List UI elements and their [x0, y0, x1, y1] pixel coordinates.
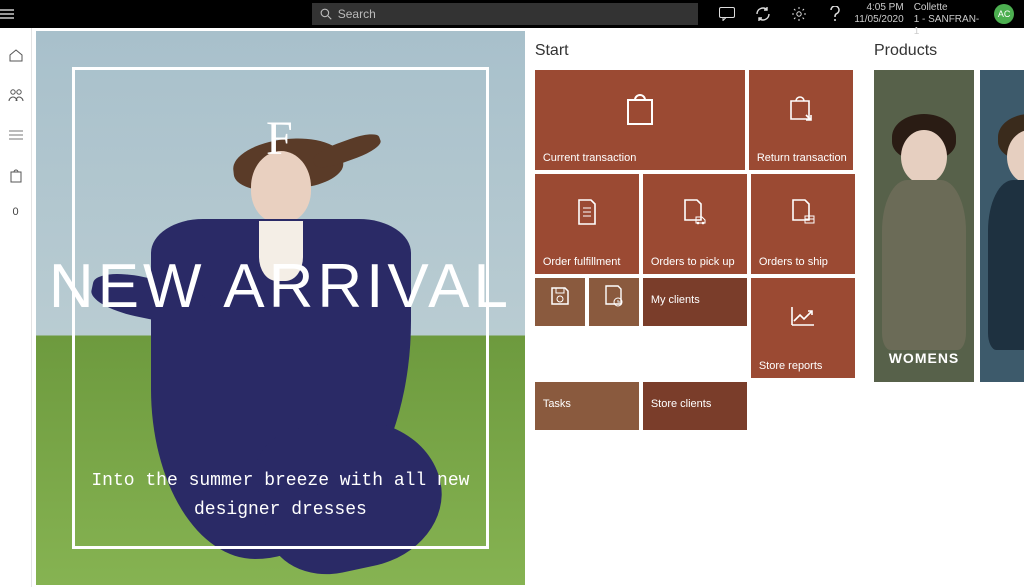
tile-order-fulfillment[interactable]: Order fulfillment [535, 174, 639, 274]
nav-count-badge: 0 [12, 206, 18, 218]
return-bag-icon [788, 93, 814, 123]
tile-store-clients[interactable]: Store clients [643, 382, 747, 430]
search-icon [320, 8, 332, 20]
avatar-initials: AC [998, 9, 1011, 19]
hero-title: NEW ARRIVAL [49, 251, 512, 322]
document-truck-icon [682, 199, 708, 225]
document-icon [576, 199, 598, 225]
left-nav-rail: 0 [0, 28, 32, 587]
chart-up-icon [790, 305, 816, 327]
tile-tasks[interactable]: Tasks [535, 382, 639, 430]
clock-date: 11/05/2020 [854, 14, 903, 26]
tile-orders-to-pick-up[interactable]: Orders to pick up [643, 174, 747, 274]
shopping-bag-icon [624, 90, 656, 126]
tile-label: Store reports [759, 360, 823, 372]
tile-label: Orders to pick up [651, 256, 735, 268]
top-bar: Search 4:05 PM 11/05/2020 Andrew Collett… [0, 0, 1024, 28]
tile-orders-to-ship[interactable]: Orders to ship [751, 174, 855, 274]
bag-icon[interactable] [7, 166, 25, 184]
start-section: Start Current transaction Return transac… [535, 28, 864, 587]
datetime-block: 4:05 PM 11/05/2020 [854, 2, 903, 26]
tile-label: Orders to ship [759, 256, 828, 268]
tile-label: My clients [651, 294, 700, 306]
tile-label: Store clients [651, 398, 712, 410]
start-heading: Start [535, 42, 864, 60]
hero-banner[interactable]: F NEW ARRIVAL Into the summer breeze wit… [36, 31, 525, 585]
document-box-icon [790, 199, 816, 225]
messages-icon[interactable] [718, 5, 736, 23]
doc-clock-icon [604, 285, 624, 307]
products-section: Products WOMENS M [874, 28, 1024, 587]
tile-current-transaction[interactable]: Current transaction [535, 70, 745, 170]
help-icon[interactable] [826, 5, 844, 23]
search-placeholder: Search [338, 7, 376, 21]
customers-icon[interactable] [7, 86, 25, 104]
tile-store-reports[interactable]: Store reports [751, 278, 855, 378]
search-input[interactable]: Search [312, 3, 699, 25]
home-icon[interactable] [7, 46, 25, 64]
tile-return-transaction[interactable]: Return transaction [749, 70, 853, 170]
product-card-womens[interactable]: WOMENS [874, 70, 974, 382]
tile-label: Current transaction [543, 152, 637, 164]
tile-small-save[interactable] [535, 278, 585, 326]
product-card-label: WOMENS [874, 350, 974, 366]
hamburger-menu-icon[interactable] [0, 9, 32, 19]
hero-subtitle: Into the summer breeze with all new desi… [85, 467, 476, 525]
list-icon[interactable] [7, 126, 25, 144]
tile-small-schedule[interactable] [589, 278, 639, 326]
avatar[interactable]: AC [994, 4, 1014, 24]
product-card-next[interactable]: M [980, 70, 1024, 382]
refresh-icon[interactable] [754, 5, 772, 23]
clock-time: 4:05 PM [854, 2, 903, 14]
tile-label: Order fulfillment [543, 256, 621, 268]
settings-gear-icon[interactable] [790, 5, 808, 23]
products-heading: Products [874, 42, 1024, 60]
tile-my-clients[interactable]: My clients [643, 278, 747, 326]
hero-logo: F [266, 111, 295, 166]
tile-label: Tasks [543, 398, 571, 410]
user-name: Andrew Collette [914, 0, 984, 14]
tile-label: Return transaction [757, 152, 847, 164]
product-card-label: M [980, 350, 1024, 366]
save-icon [550, 286, 570, 306]
